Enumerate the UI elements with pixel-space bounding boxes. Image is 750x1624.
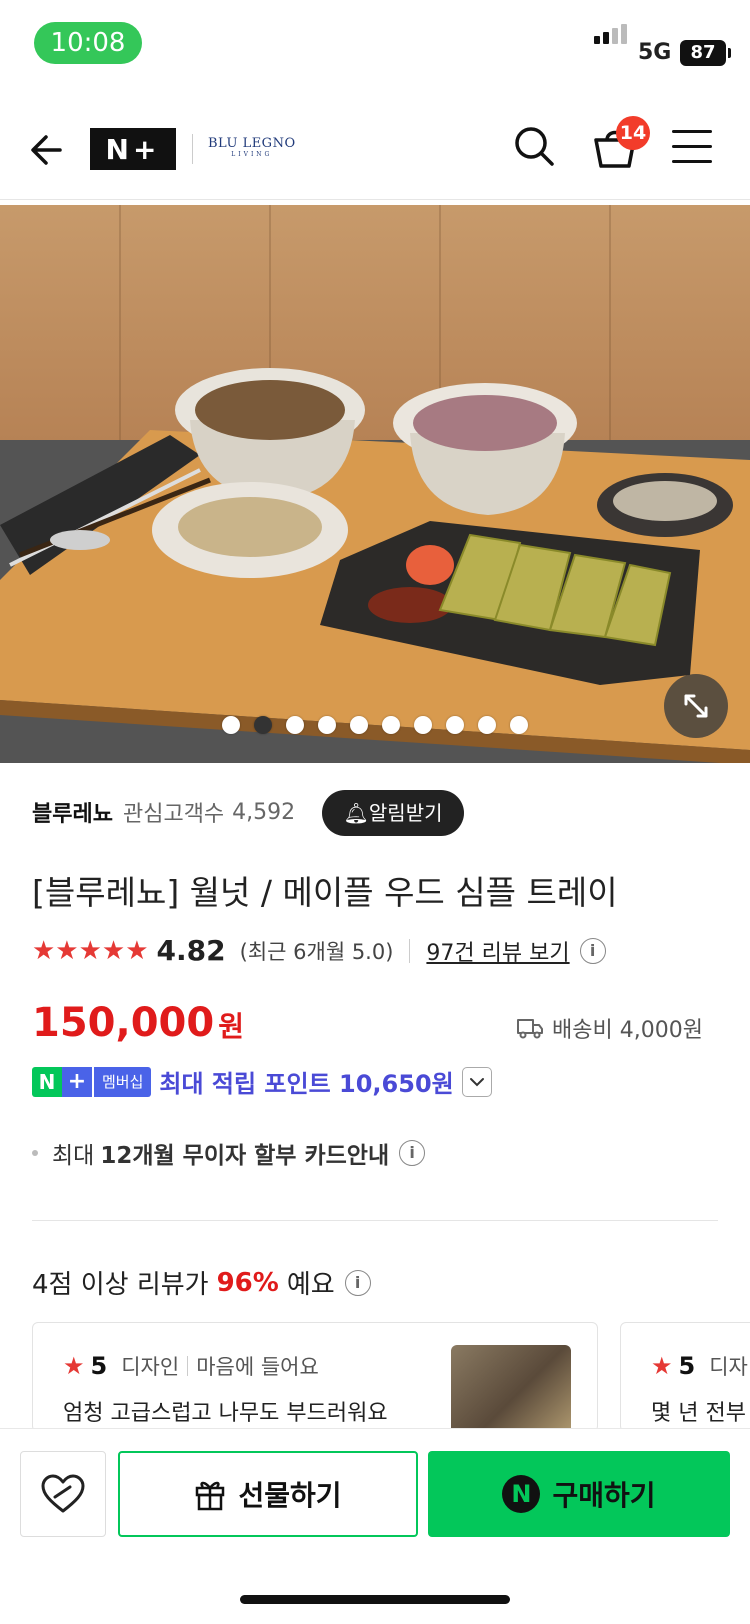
price: 150,000 원 [32,1000,244,1046]
seller-info: 블루레뇨 관심고객수 4,592 [32,796,295,828]
rating-row: ★★★★★ 4.82 (최근 6개월 5.0) 97건 리뷰 보기 i [32,934,606,967]
gallery-dot[interactable] [382,716,400,734]
interest-count: 4,592 [232,799,296,825]
installment-text: 12개월 무이자 할부 카드안내 [100,1143,390,1169]
gift-label: 선물하기 [238,1479,342,1512]
rating-stars-icon: ★★★★★ [32,935,149,966]
rating-divider [409,938,411,963]
gift-button[interactable]: 선물하기 [118,1451,418,1537]
interest-label: 관심고객수 [122,802,225,827]
chevron-down-icon[interactable] [461,1066,492,1097]
gift-icon [196,1481,225,1511]
shipping-info: 배송비 4,000원 [516,1012,703,1044]
header-divider [192,134,193,164]
review-thumbnail[interactable] [451,1345,571,1431]
fullscreen-icon[interactable] [664,674,728,738]
review-card[interactable]: ★ 5 디자 몇 년 전부 [620,1322,750,1432]
review-card-header: ★ 5 디자인 마음에 들어요 [63,1351,319,1381]
star-icon: ★ [63,1352,85,1380]
product-title: [블루레뇨] 월넛 / 메이플 우드 심플 트레이 [32,873,618,912]
brand-logo[interactable]: BLU LEGNO LIVING [208,136,296,158]
info-icon[interactable]: i [579,937,606,964]
gallery-dot[interactable] [414,716,432,734]
product-image[interactable] [0,205,750,763]
rating-score: 4.82 [156,934,226,967]
gallery-pagination[interactable] [222,716,528,734]
product-photo [0,205,750,763]
battery-icon: 87 [680,40,731,66]
review-tag: 디자인 [121,1355,180,1379]
review-text: 몇 년 전부 [651,1401,746,1426]
review-tag: 마음에 들어요 [196,1355,319,1379]
price-value: 150,000 [32,1000,215,1046]
info-icon[interactable]: i [399,1140,426,1166]
price-currency: 원 [218,1010,244,1043]
review-score: 5 [90,1352,108,1380]
membership-badge: 멤버십 [94,1066,152,1097]
bell-plus-icon: 🔔︎ [343,801,369,825]
recent-rating: (최근 6개월 5.0) [239,939,394,964]
review-summary-percent: 96% [216,1267,279,1298]
status-bar: 10:08 5G 87 [0,0,750,90]
gallery-dot[interactable] [350,716,368,734]
review-tag: 디자 [709,1355,748,1379]
buy-button[interactable]: N 구매하기 [428,1451,730,1537]
brand-sub: LIVING [231,151,273,158]
top-nav: N+ BLU LEGNO LIVING 14 [0,100,750,200]
installment-info[interactable]: 최대 12개월 무이자 할부 카드안내 i [32,1136,426,1170]
status-time: 10:08 [34,22,142,64]
review-link[interactable]: 97건 리뷰 보기 [426,935,569,967]
naver-pay-icon: N [502,1475,541,1513]
review-summary-prefix: 4점 이상 리뷰가 [32,1270,209,1300]
max-points: 최대 적립 포인트 10,650원 [159,1070,454,1098]
section-divider [32,1220,718,1221]
review-score: 5 [678,1352,696,1380]
back-arrow-icon[interactable] [26,128,70,172]
seller-name[interactable]: 블루레뇨 [32,796,113,828]
heart-icon [41,1474,85,1513]
review-summary: 4점 이상 리뷰가 96% 예요 i [32,1264,371,1301]
naver-plus-logo[interactable]: N+ [90,128,176,170]
star-icon: ★ [651,1352,673,1380]
review-summary-suffix: 예요 [286,1270,335,1300]
buy-label: 구매하기 [552,1479,656,1512]
gallery-dot-active[interactable] [254,716,272,734]
cart-count-badge: 14 [616,116,650,150]
plus-badge: + [62,1066,92,1097]
gallery-dot[interactable] [286,716,304,734]
gallery-dot[interactable] [222,716,240,734]
review-card[interactable]: ★ 5 디자인 마음에 들어요 엄청 고급스럽고 나무도 부드러워요 [32,1322,598,1432]
review-text: 엄청 고급스럽고 나무도 부드러워요 [63,1401,388,1426]
shipping-fee: 배송비 4,000원 [552,1018,703,1043]
bottom-action-bar: 선물하기 N 구매하기 [0,1428,750,1624]
gallery-dot[interactable] [478,716,496,734]
network-type: 5G [638,40,672,65]
review-card-header: ★ 5 디자 [651,1351,748,1381]
bullet [32,1150,38,1156]
gallery-dot[interactable] [318,716,336,734]
search-icon[interactable] [512,124,556,168]
alarm-label: 알림받기 [368,801,443,825]
brand-name: BLU LEGNO [208,136,296,151]
membership-row[interactable]: N + 멤버십 최대 적립 포인트 10,650원 [32,1064,492,1099]
review-tag-divider [187,1356,189,1376]
installment-prefix: 최대 [52,1143,95,1169]
home-indicator[interactable] [240,1595,510,1604]
gallery-dot[interactable] [510,716,528,734]
menu-icon[interactable] [672,130,712,164]
truck-icon [517,1019,543,1039]
naver-n-badge: N [32,1066,62,1097]
wishlist-button[interactable] [20,1451,106,1537]
info-icon[interactable]: i [344,1269,371,1296]
alarm-button[interactable]: 🔔︎알림받기 [322,790,464,836]
gallery-dot[interactable] [446,716,464,734]
